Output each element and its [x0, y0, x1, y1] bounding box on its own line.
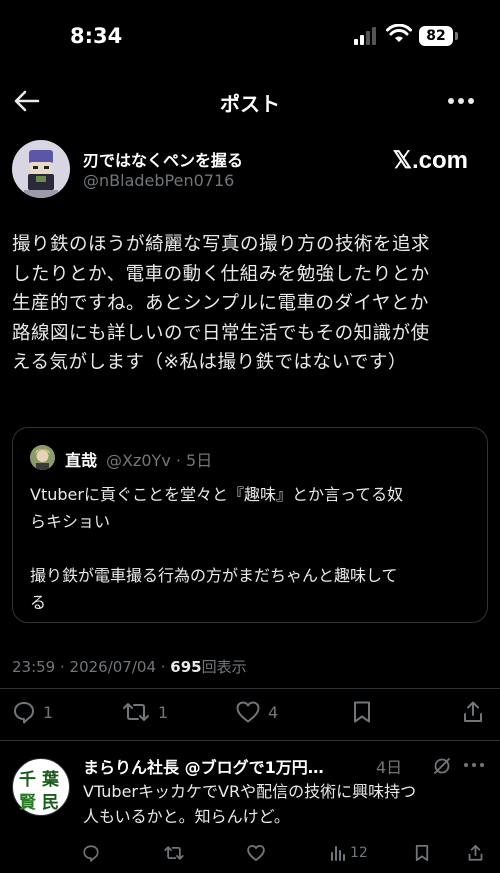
- quoted-author-avatar: [30, 445, 55, 470]
- post-text-line: 撮り鉄のほうが綺麗な写真の撮り方の技術を追求: [12, 234, 431, 255]
- post-text-line: したりとか、電車の動く仕組みを勉強したりとか: [12, 263, 430, 285]
- bookmark-icon: [415, 844, 429, 862]
- avatar-glyph: 賢: [19, 793, 36, 813]
- share-icon: [464, 701, 482, 722]
- reply-post[interactable]: 千 葉 賢 民 まらりん社長 @ブログで1万円… 4日 VTuberキッカケでV…: [0, 748, 500, 873]
- views-count[interactable]: 695: [170, 658, 201, 676]
- post-author: 刃ではなくペンを握る @nBladebPen0716 𝕏.com: [12, 140, 488, 200]
- quoted-post-card[interactable]: 直哉 @Xz0Yv · 5日 Vtuberに貢ぐことを堂々と『趣味』とか言ってる…: [12, 427, 488, 623]
- status-bar: 8:34 82: [0, 0, 500, 70]
- quoted-paragraph: Vtuberに貢ぐことを堂々と『趣味』とか言ってる奴 らキショい: [30, 481, 475, 535]
- share-icon: [468, 844, 483, 861]
- quoted-line: Vtuberに貢ぐことを堂々と『趣味』とか言ってる奴: [30, 485, 404, 504]
- reply-date: 4日: [376, 758, 403, 777]
- share-button[interactable]: [462, 700, 484, 724]
- post-timestamp: 23:59 · 2026/07/04 ·: [12, 658, 171, 676]
- author-avatar[interactable]: [12, 140, 70, 198]
- avatar-glyph: 民: [42, 793, 59, 813]
- reply-text-line: VTuberキッカケでVRや配信の技術に興味持つ: [83, 782, 417, 801]
- status-time: 8:34: [70, 24, 123, 48]
- reply-button[interactable]: 1: [12, 700, 53, 724]
- bookmark-button[interactable]: [352, 700, 372, 724]
- post-text-line: 生産的ですね。あとシンプルに電車のダイヤとか: [12, 293, 429, 314]
- reply-author-name[interactable]: まらりん社長 @ブログで1万円…: [83, 754, 324, 778]
- reply-text: VTuberキッカケでVRや配信の技術に興味持つ 人もいるかと。知らんけど。: [83, 779, 488, 829]
- reply-share-button[interactable]: [467, 844, 484, 862]
- quoted-line: る: [30, 593, 47, 612]
- reply-action-bar: 12: [0, 842, 500, 866]
- views-label: 回表示: [201, 658, 247, 676]
- reply-like-button[interactable]: [246, 844, 266, 862]
- reply-bookmark-button[interactable]: [414, 844, 430, 862]
- post-action-bar: 1 1 4: [0, 696, 500, 730]
- repost-button[interactable]: 1: [121, 700, 168, 724]
- reply-more-icon[interactable]: [464, 763, 486, 769]
- quoted-author-name: 直哉: [65, 451, 98, 470]
- quoted-post-text: Vtuberに貢ぐことを堂々と『趣味』とか言ってる奴 らキショい 撮り鉄が電車撮…: [30, 481, 475, 616]
- source-brand-label: 𝕏.com: [392, 147, 468, 174]
- like-count: 4: [268, 702, 279, 722]
- author-name[interactable]: 刃ではなくペンを握る: [83, 147, 243, 171]
- cell-signal-icon: [354, 27, 380, 45]
- like-button[interactable]: 4: [235, 700, 278, 724]
- quoted-line: らキショい: [30, 512, 111, 531]
- reply-reply-button[interactable]: [82, 844, 100, 862]
- avatar-glyph: 葉: [42, 770, 59, 790]
- author-handle[interactable]: @nBladebPen0716: [83, 171, 234, 190]
- heart-icon: [236, 701, 260, 723]
- post-text-line: 路線図にも詳しいので日常生活でもその知識が使: [12, 322, 430, 344]
- quoted-line: 撮り鉄が電車撮る行為の方がまだちゃんと趣味して: [30, 566, 398, 585]
- post-timestamp-views: 23:59 · 2026/07/04 · 695回表示: [12, 656, 247, 677]
- divider: [0, 740, 500, 741]
- wifi-icon: [386, 24, 412, 42]
- reply-repost-button[interactable]: [163, 844, 185, 862]
- top-nav-bar: ポスト: [0, 78, 500, 124]
- post-text: 撮り鉄のほうが綺麗な写真の撮り方の技術を追求 したりとか、電車の動く仕組みを勉強…: [12, 230, 492, 378]
- reply-text-line: 人もいるかと。知らんけど。: [83, 807, 290, 826]
- quoted-paragraph: 撮り鉄が電車撮る行為の方がまだちゃんと趣味して る: [30, 562, 475, 616]
- reply-author-avatar[interactable]: 千 葉 賢 民: [12, 758, 70, 816]
- heart-icon: [247, 844, 265, 862]
- reply-icon: [83, 845, 99, 862]
- battery-tip: [455, 32, 458, 40]
- post-text-line: える気がします（※私は撮り鉄ではないです）: [12, 352, 407, 373]
- divider: [0, 688, 500, 689]
- reply-views-count: 12: [350, 845, 368, 861]
- more-options-icon[interactable]: [448, 98, 476, 106]
- analytics-icon: [331, 846, 345, 861]
- reply-icon: [14, 702, 34, 724]
- page-title: ポスト: [220, 92, 280, 116]
- grok-icon[interactable]: [432, 756, 452, 776]
- bookmark-icon: [354, 701, 370, 723]
- reply-views-button[interactable]: 12: [330, 844, 368, 862]
- repost-count: 1: [158, 702, 169, 722]
- repost-icon: [164, 846, 184, 860]
- reply-count: 1: [43, 702, 54, 722]
- avatar-glyph: 千: [19, 770, 36, 790]
- battery-indicator: 82: [419, 26, 453, 46]
- repost-icon: [123, 703, 149, 721]
- quoted-post-meta: @Xz0Yv · 5日: [106, 451, 213, 470]
